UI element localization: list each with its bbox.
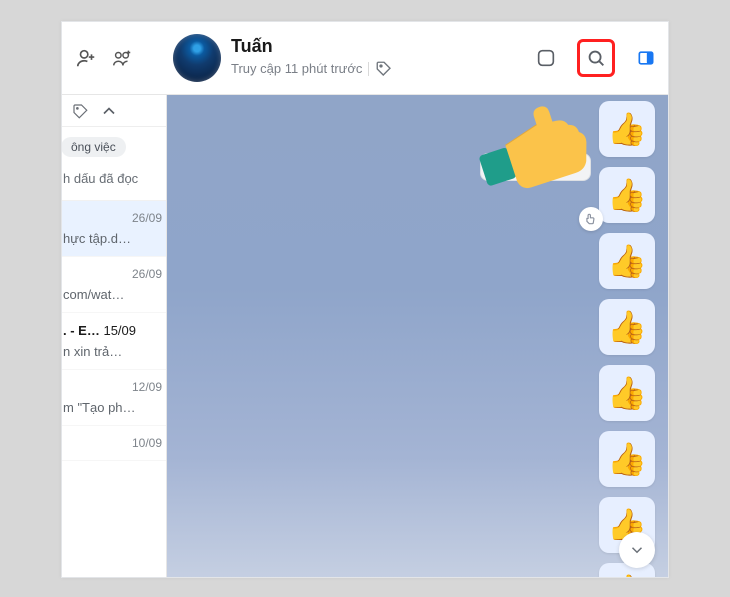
app-window: Tuấn Truy cập 11 phút trước xyxy=(61,21,669,578)
panel-toggle-icon[interactable] xyxy=(633,45,659,71)
thumb-emoji: 👍 xyxy=(607,110,647,148)
header-bar: Tuấn Truy cập 11 phút trước xyxy=(61,21,669,95)
thumb-emoji: 👍 xyxy=(607,572,647,578)
mark-all-read[interactable]: h dấu đã đọc xyxy=(61,161,166,201)
conv-preview: hực tập.d… xyxy=(63,231,162,246)
chat-header: Tuấn Truy cập 11 phút trước xyxy=(167,34,669,82)
add-friend-icon[interactable] xyxy=(75,47,97,69)
contact-name-block: Tuấn Truy cập 11 phút trước xyxy=(231,37,467,78)
conv-preview: n xin trả… xyxy=(63,344,162,359)
more-icon[interactable]: ••• xyxy=(562,159,582,175)
conv-date: 12/09 xyxy=(63,380,162,394)
search-button[interactable] xyxy=(577,39,615,77)
message-bubble[interactable]: 👍 xyxy=(599,101,655,157)
header-actions xyxy=(477,39,659,77)
chat-area: ,, ••• 👍 👍 👍 👍 👍 xyxy=(167,95,669,578)
conv-preview: com/wat… xyxy=(63,287,162,302)
conv-date: 26/09 xyxy=(63,267,162,281)
message-bubble[interactable]: 👍 xyxy=(599,167,655,223)
forward-icon[interactable] xyxy=(506,158,524,176)
conv-title: . - E… 15/09 xyxy=(63,323,162,338)
conversation-item[interactable]: 12/09 m "Tạo ph… xyxy=(61,370,166,426)
conversation-item[interactable]: 10/09 xyxy=(61,426,166,461)
conversation-item[interactable]: 26/09 com/wat… xyxy=(61,257,166,313)
reaction-button[interactable] xyxy=(579,207,603,231)
more-square-button[interactable] xyxy=(527,39,565,77)
message-bubble[interactable]: 👍 xyxy=(599,431,655,487)
message-bubble[interactable]: 👍 xyxy=(599,299,655,355)
tag-icon[interactable] xyxy=(375,60,393,78)
contact-name[interactable]: Tuấn xyxy=(231,37,467,57)
filter-pill[interactable]: ông việc xyxy=(61,137,126,157)
message-column: 👍 👍 👍 👍 👍 👍 👍 👍 xyxy=(599,101,655,578)
bookmark-icon[interactable] xyxy=(71,102,89,120)
quote-icon[interactable]: ,, xyxy=(489,159,497,176)
thumb-emoji: 👍 xyxy=(607,176,647,214)
conv-preview: m "Tạo ph… xyxy=(63,400,162,415)
thumb-emoji: 👍 xyxy=(607,308,647,346)
status-row: Truy cập 11 phút trước xyxy=(231,60,467,78)
conv-date: 26/09 xyxy=(63,211,162,225)
pin-icon[interactable] xyxy=(534,158,552,176)
chevron-up-icon[interactable] xyxy=(99,101,119,121)
create-group-icon[interactable] xyxy=(111,47,133,69)
filter-pill-row: ông việc xyxy=(61,127,166,161)
conversation-list: ông việc h dấu đã đọc 26/09 hực tập.d… 2… xyxy=(61,95,167,578)
last-seen: Truy cập 11 phút trước xyxy=(231,61,362,76)
scroll-to-bottom[interactable] xyxy=(619,532,655,568)
pins-row xyxy=(61,95,166,127)
thumb-emoji: 👍 xyxy=(607,374,647,412)
separator xyxy=(368,62,369,76)
body: ông việc h dấu đã đọc 26/09 hực tập.d… 2… xyxy=(61,95,669,578)
thumb-emoji: 👍 xyxy=(607,440,647,478)
message-toolbar[interactable]: ,, ••• xyxy=(480,153,591,181)
conversation-item[interactable]: . - E… 15/09 n xin trả… xyxy=(61,313,166,370)
conv-date: 10/09 xyxy=(63,436,162,450)
message-bubble[interactable]: 👍 xyxy=(599,233,655,289)
avatar[interactable] xyxy=(173,34,221,82)
sidebar-header xyxy=(61,21,167,94)
thumb-emoji: 👍 xyxy=(607,242,647,280)
conversation-item[interactable]: 26/09 hực tập.d… xyxy=(61,201,166,257)
message-bubble[interactable]: 👍 xyxy=(599,365,655,421)
